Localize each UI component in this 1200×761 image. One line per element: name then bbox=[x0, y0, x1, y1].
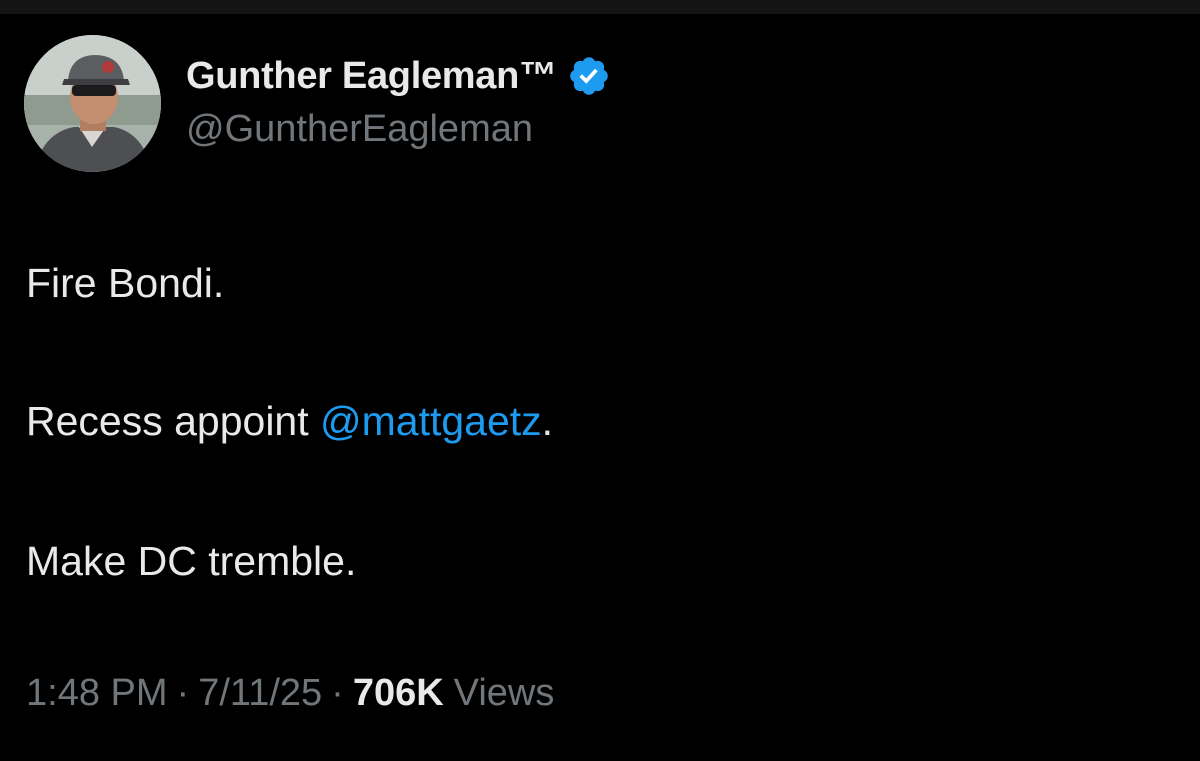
verified-badge-icon bbox=[569, 57, 608, 95]
meta-separator: · bbox=[331, 672, 344, 714]
mention-link[interactable]: @mattgaetz bbox=[320, 398, 542, 444]
display-name[interactable]: Gunther Eagleman™ bbox=[186, 55, 557, 98]
profile-photo-icon bbox=[24, 35, 161, 172]
tweet-text-line-3: Make DC tremble. bbox=[26, 538, 357, 584]
tweet-meta: 1:48 PM · 7/11/25 · 706K Views bbox=[26, 672, 554, 715]
meta-separator: · bbox=[176, 672, 190, 714]
top-edge-strip bbox=[0, 0, 1200, 14]
tweet-text-line-1: Fire Bondi. bbox=[26, 260, 225, 306]
display-name-row: Gunther Eagleman™ bbox=[186, 52, 611, 100]
views-count[interactable]: 706K bbox=[353, 672, 444, 715]
tweet-text-prefix: Recess appoint bbox=[26, 398, 321, 444]
tweet-text-suffix: . bbox=[541, 398, 554, 444]
tweet-text-line-2: Recess appoint @mattgaetz. bbox=[26, 398, 553, 445]
user-handle[interactable]: @GuntherEagleman bbox=[186, 108, 533, 151]
avatar[interactable] bbox=[24, 35, 161, 172]
tweet-date[interactable]: 7/11/25 bbox=[198, 672, 322, 715]
views-label: Views bbox=[453, 672, 555, 714]
tweet-time[interactable]: 1:48 PM bbox=[26, 672, 168, 715]
